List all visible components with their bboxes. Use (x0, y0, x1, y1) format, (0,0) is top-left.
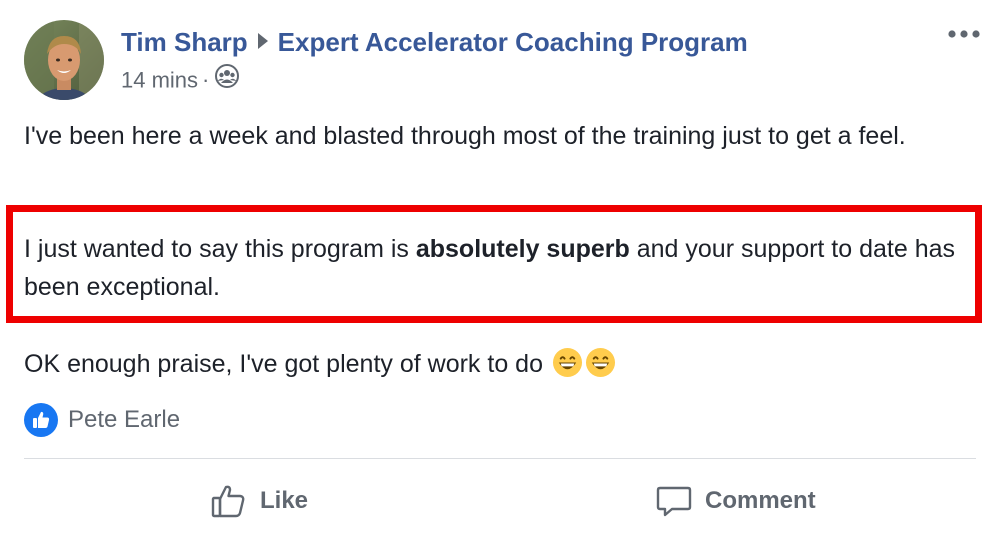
reactor-names[interactable]: Pete Earle (68, 406, 180, 434)
paragraph-2-bold-text: absolutely superb (415, 235, 630, 263)
post-paragraph-2: I just wanted to say this program is abs… (24, 230, 974, 306)
post-paragraph-3: OK enough praise, I've got plenty of wor… (24, 345, 974, 383)
reactions-summary: Pete Earle (24, 403, 180, 437)
more-options-icon[interactable] (944, 24, 984, 44)
post-card: Tim Sharp Expert Accelerator Coaching Pro… (0, 0, 1004, 544)
like-button[interactable]: Like (210, 476, 308, 526)
post-timestamp[interactable]: 14 mins (121, 67, 198, 92)
post-header: Tim Sharp Expert Accelerator Coaching Pro… (121, 26, 748, 60)
like-icon[interactable] (24, 403, 58, 437)
meta-separator: · (202, 67, 210, 93)
like-label: Like (260, 487, 309, 514)
group-icon[interactable] (215, 64, 240, 95)
post-paragraph-1: I've been here a week and blasted throug… (24, 122, 906, 150)
author-avatar[interactable] (24, 20, 104, 100)
author-name[interactable]: Tim Sharp (121, 27, 248, 57)
comment-button[interactable]: Comment (655, 476, 816, 526)
comment-icon (656, 486, 692, 517)
paragraph-3-text: OK enough praise, I've got plenty of wor… (24, 350, 543, 378)
paragraph-2-text-start: I just wanted to say this program is (24, 235, 416, 263)
post-meta: 14 mins · (121, 64, 240, 97)
caret-right-icon (256, 26, 270, 58)
divider (24, 458, 976, 459)
grinning-face-emoji (585, 347, 616, 378)
group-name[interactable]: Expert Accelerator Coaching Program (278, 27, 748, 57)
grinning-face-emoji (552, 347, 583, 378)
comment-label: Comment (705, 487, 816, 514)
thumbs-up-icon (211, 485, 245, 518)
